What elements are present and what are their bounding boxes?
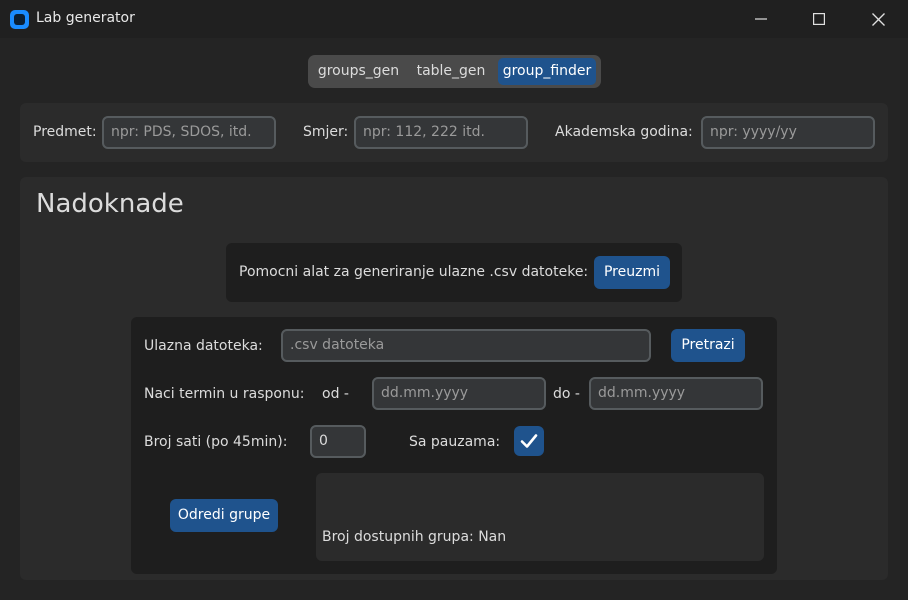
akademska-godina-input[interactable]: npr: yyyy/yy bbox=[701, 116, 875, 149]
smjer-input[interactable]: npr: 112, 222 itd. bbox=[354, 116, 528, 149]
predmet-input[interactable]: npr: PDS, SDOS, itd. bbox=[102, 116, 276, 149]
close-button[interactable] bbox=[849, 0, 907, 38]
smjer-label: Smjer: bbox=[303, 124, 349, 140]
tab-group-finder[interactable]: group_finder bbox=[498, 58, 596, 85]
page-title: Nadoknade bbox=[36, 189, 184, 219]
range-label: Naci termin u rasponu: bbox=[144, 386, 305, 402]
tab-table-gen[interactable]: table_gen bbox=[408, 58, 494, 85]
close-icon bbox=[871, 12, 885, 26]
result-box: Broj dostupnih grupa: Nan bbox=[316, 473, 764, 561]
breaks-checkbox[interactable] bbox=[514, 426, 544, 456]
main-content: groups_gen table_gen group_finder Predme… bbox=[0, 38, 908, 600]
akademska-godina-label: Akademska godina: bbox=[555, 124, 693, 140]
find-groups-button[interactable]: Odredi grupe bbox=[170, 499, 278, 532]
title-bar[interactable]: Lab generator bbox=[0, 0, 908, 38]
hours-input[interactable]: 0 bbox=[310, 425, 366, 458]
helper-tool-frame: Pomocni alat za generiranje ulazne .csv … bbox=[226, 243, 682, 302]
predmet-label: Predmet: bbox=[33, 124, 97, 140]
tab-selector: groups_gen table_gen group_finder bbox=[308, 55, 601, 88]
course-info-frame: Predmet: npr: PDS, SDOS, itd. Smjer: npr… bbox=[20, 103, 888, 162]
from-label: od - bbox=[322, 386, 349, 402]
minimize-icon bbox=[755, 18, 767, 20]
browse-button[interactable]: Pretrazi bbox=[671, 329, 745, 362]
hours-label: Broj sati (po 45min): bbox=[144, 434, 288, 450]
group-count-text: Broj dostupnih grupa: Nan bbox=[322, 529, 507, 545]
maximize-button[interactable] bbox=[790, 0, 848, 38]
finder-frame: Ulazna datoteka: .csv datoteka Pretrazi … bbox=[131, 317, 777, 574]
tab-groups-gen[interactable]: groups_gen bbox=[311, 58, 406, 85]
minimize-button[interactable] bbox=[732, 0, 790, 38]
window-title: Lab generator bbox=[36, 10, 135, 26]
date-from-input[interactable]: dd.mm.yyyy bbox=[372, 377, 546, 410]
download-button[interactable]: Preuzmi bbox=[594, 256, 670, 289]
checkmark-icon bbox=[520, 434, 538, 448]
to-label: do - bbox=[553, 386, 580, 402]
date-to-input[interactable]: dd.mm.yyyy bbox=[589, 377, 763, 410]
maximize-icon bbox=[813, 13, 825, 25]
file-label: Ulazna datoteka: bbox=[144, 338, 263, 354]
helper-text: Pomocni alat za generiranje ulazne .csv … bbox=[239, 264, 589, 280]
file-path-input[interactable]: .csv datoteka bbox=[281, 329, 651, 362]
breaks-label: Sa pauzama: bbox=[409, 434, 501, 450]
app-icon bbox=[10, 10, 29, 29]
